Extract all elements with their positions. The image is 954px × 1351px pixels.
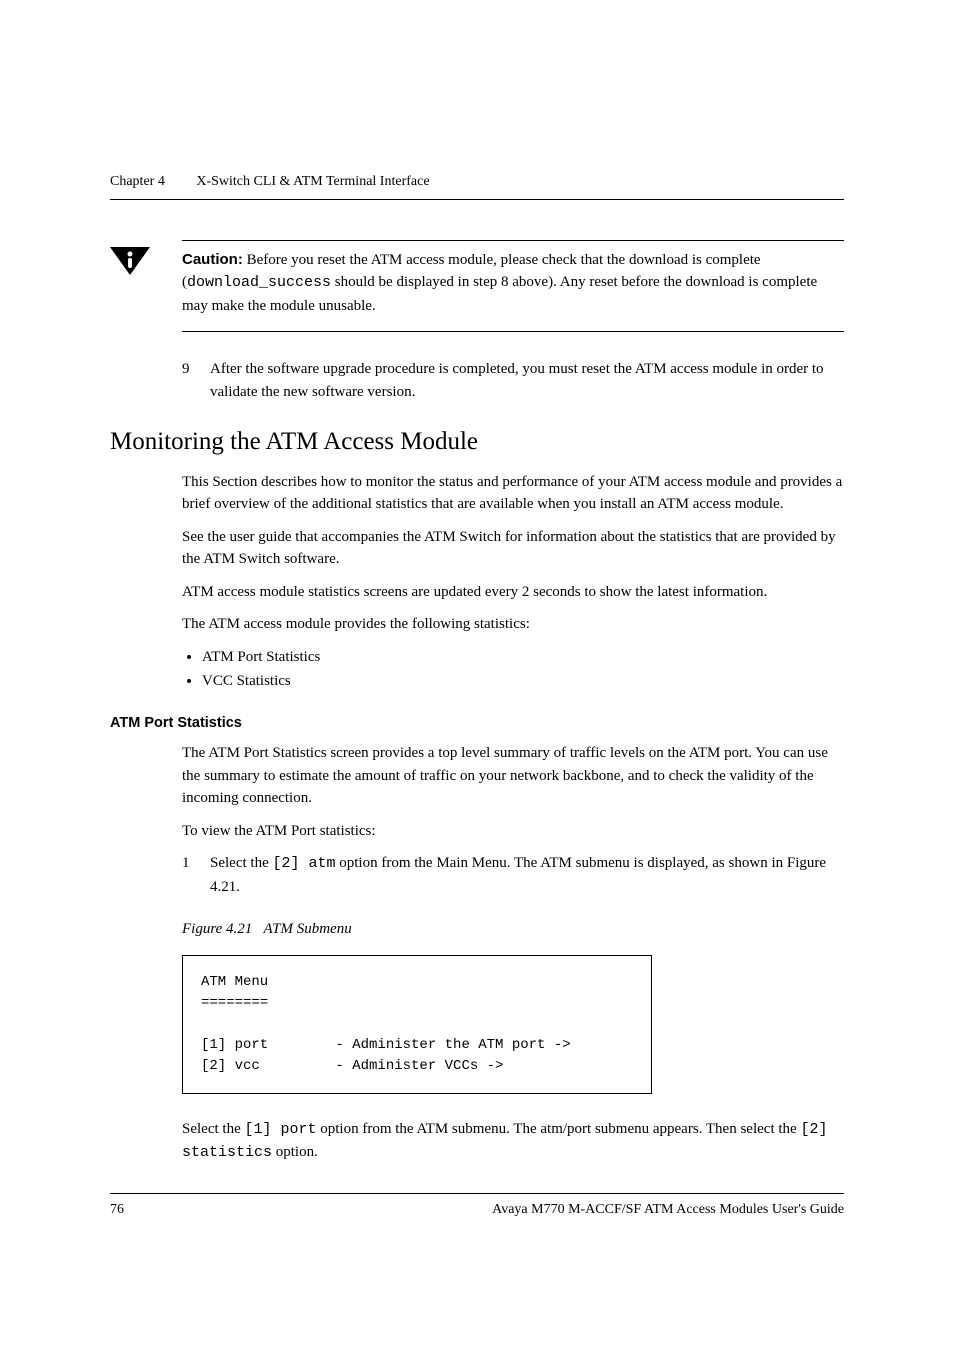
step-1: 1 Select the [2] atm option from the Mai… xyxy=(182,852,844,898)
afterfig-after: option. xyxy=(272,1144,318,1160)
after-figure-para: Select the [1] port option from the ATM … xyxy=(182,1118,844,1165)
step1-mono: [2] atm xyxy=(272,855,335,872)
afterfig-mid: option from the ATM submenu. The atm/por… xyxy=(317,1121,801,1137)
caution-icon xyxy=(110,247,150,279)
section-p1: This Section describes how to monitor th… xyxy=(182,471,844,516)
afterfig-mono1: [1] port xyxy=(244,1121,316,1138)
page-footer: 76 Avaya M770 M-ACCF/SF ATM Access Modul… xyxy=(110,1193,844,1220)
subsection-p1: The ATM Port Statistics screen provides … xyxy=(182,742,844,810)
section-p4: The ATM access module provides the follo… xyxy=(182,613,844,636)
caution-label: Caution: xyxy=(182,251,243,268)
statistics-list: ATM Port Statistics VCC Statistics xyxy=(182,646,844,693)
subsection-title: ATM Port Statistics xyxy=(110,713,844,735)
chapter-title: X-Switch CLI & ATM Terminal Interface xyxy=(196,174,429,189)
section-p2: See the user guide that accompanies the … xyxy=(182,526,844,571)
page-number: 76 xyxy=(110,1199,124,1220)
atm-submenu-code: ATM Menu ======== [1] port - Administer … xyxy=(182,955,652,1094)
section-p3: ATM access module statistics screens are… xyxy=(182,581,844,604)
section-title: Monitoring the ATM Access Module xyxy=(110,423,844,461)
caution-mono: download_success xyxy=(187,274,331,291)
figure-number: Figure 4.21 xyxy=(182,921,252,937)
list-item: VCC Statistics xyxy=(202,670,844,693)
step1-before: Select the xyxy=(210,855,272,871)
page-header: Chapter 4 X-Switch CLI & ATM Terminal In… xyxy=(110,170,844,200)
step-9: 9 After the software upgrade procedure i… xyxy=(182,358,844,403)
step-text: After the software upgrade procedure is … xyxy=(210,358,844,403)
list-item: ATM Port Statistics xyxy=(202,646,844,669)
caution-block: Caution: Before you reset the ATM access… xyxy=(182,240,844,333)
chapter-number: Chapter 4 xyxy=(110,174,165,189)
step-number: 1 xyxy=(182,852,210,898)
subsection-p2: To view the ATM Port statistics: xyxy=(182,820,844,843)
afterfig-before1: Select the xyxy=(182,1121,244,1137)
footer-text: Avaya M770 M-ACCF/SF ATM Access Modules … xyxy=(492,1199,844,1220)
figure-caption: Figure 4.21 ATM Submenu xyxy=(182,918,844,941)
step-number: 9 xyxy=(182,358,210,403)
figure-title: ATM Submenu xyxy=(264,921,352,937)
